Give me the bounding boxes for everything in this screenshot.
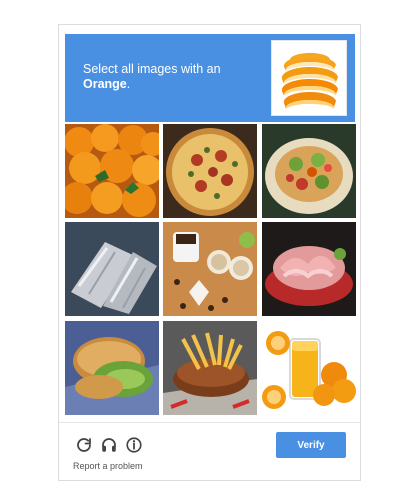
orange-slices-image <box>272 41 346 115</box>
prompt-target: Orange <box>83 77 127 91</box>
tile-sandwich[interactable] <box>65 321 159 415</box>
example-image <box>271 40 347 116</box>
tile-fries-burger[interactable] <box>163 321 257 415</box>
tile-ham-platter[interactable] <box>262 222 356 316</box>
challenge-header: Select all images with an Orange. <box>65 34 355 122</box>
info-glyph <box>126 437 142 453</box>
image-grid <box>65 124 356 415</box>
reload-icon[interactable] <box>75 436 93 454</box>
tile-oranges-pile[interactable] <box>65 124 159 218</box>
headphones-icon[interactable] <box>100 436 118 454</box>
tile-pizza[interactable] <box>163 124 257 218</box>
challenge-prompt: Select all images with an Orange. <box>83 62 221 92</box>
tile-coffee-cookies[interactable] <box>163 222 257 316</box>
prompt-line: Select all images with an <box>83 62 221 76</box>
verify-button[interactable]: Verify <box>276 432 346 458</box>
reload-glyph <box>77 438 91 452</box>
captcha-widget: Select all images with an Orange. Report… <box>58 24 361 481</box>
tile-foil-wrapped-food[interactable] <box>65 222 159 316</box>
tile-salad-bowl[interactable] <box>262 124 356 218</box>
info-icon[interactable] <box>125 436 143 454</box>
tile-orange-juice[interactable] <box>262 321 356 415</box>
headphones-glyph <box>102 438 116 452</box>
prompt-period: . <box>126 77 131 91</box>
footer-divider <box>59 422 360 423</box>
report-problem-link[interactable]: Report a problem <box>73 461 143 471</box>
